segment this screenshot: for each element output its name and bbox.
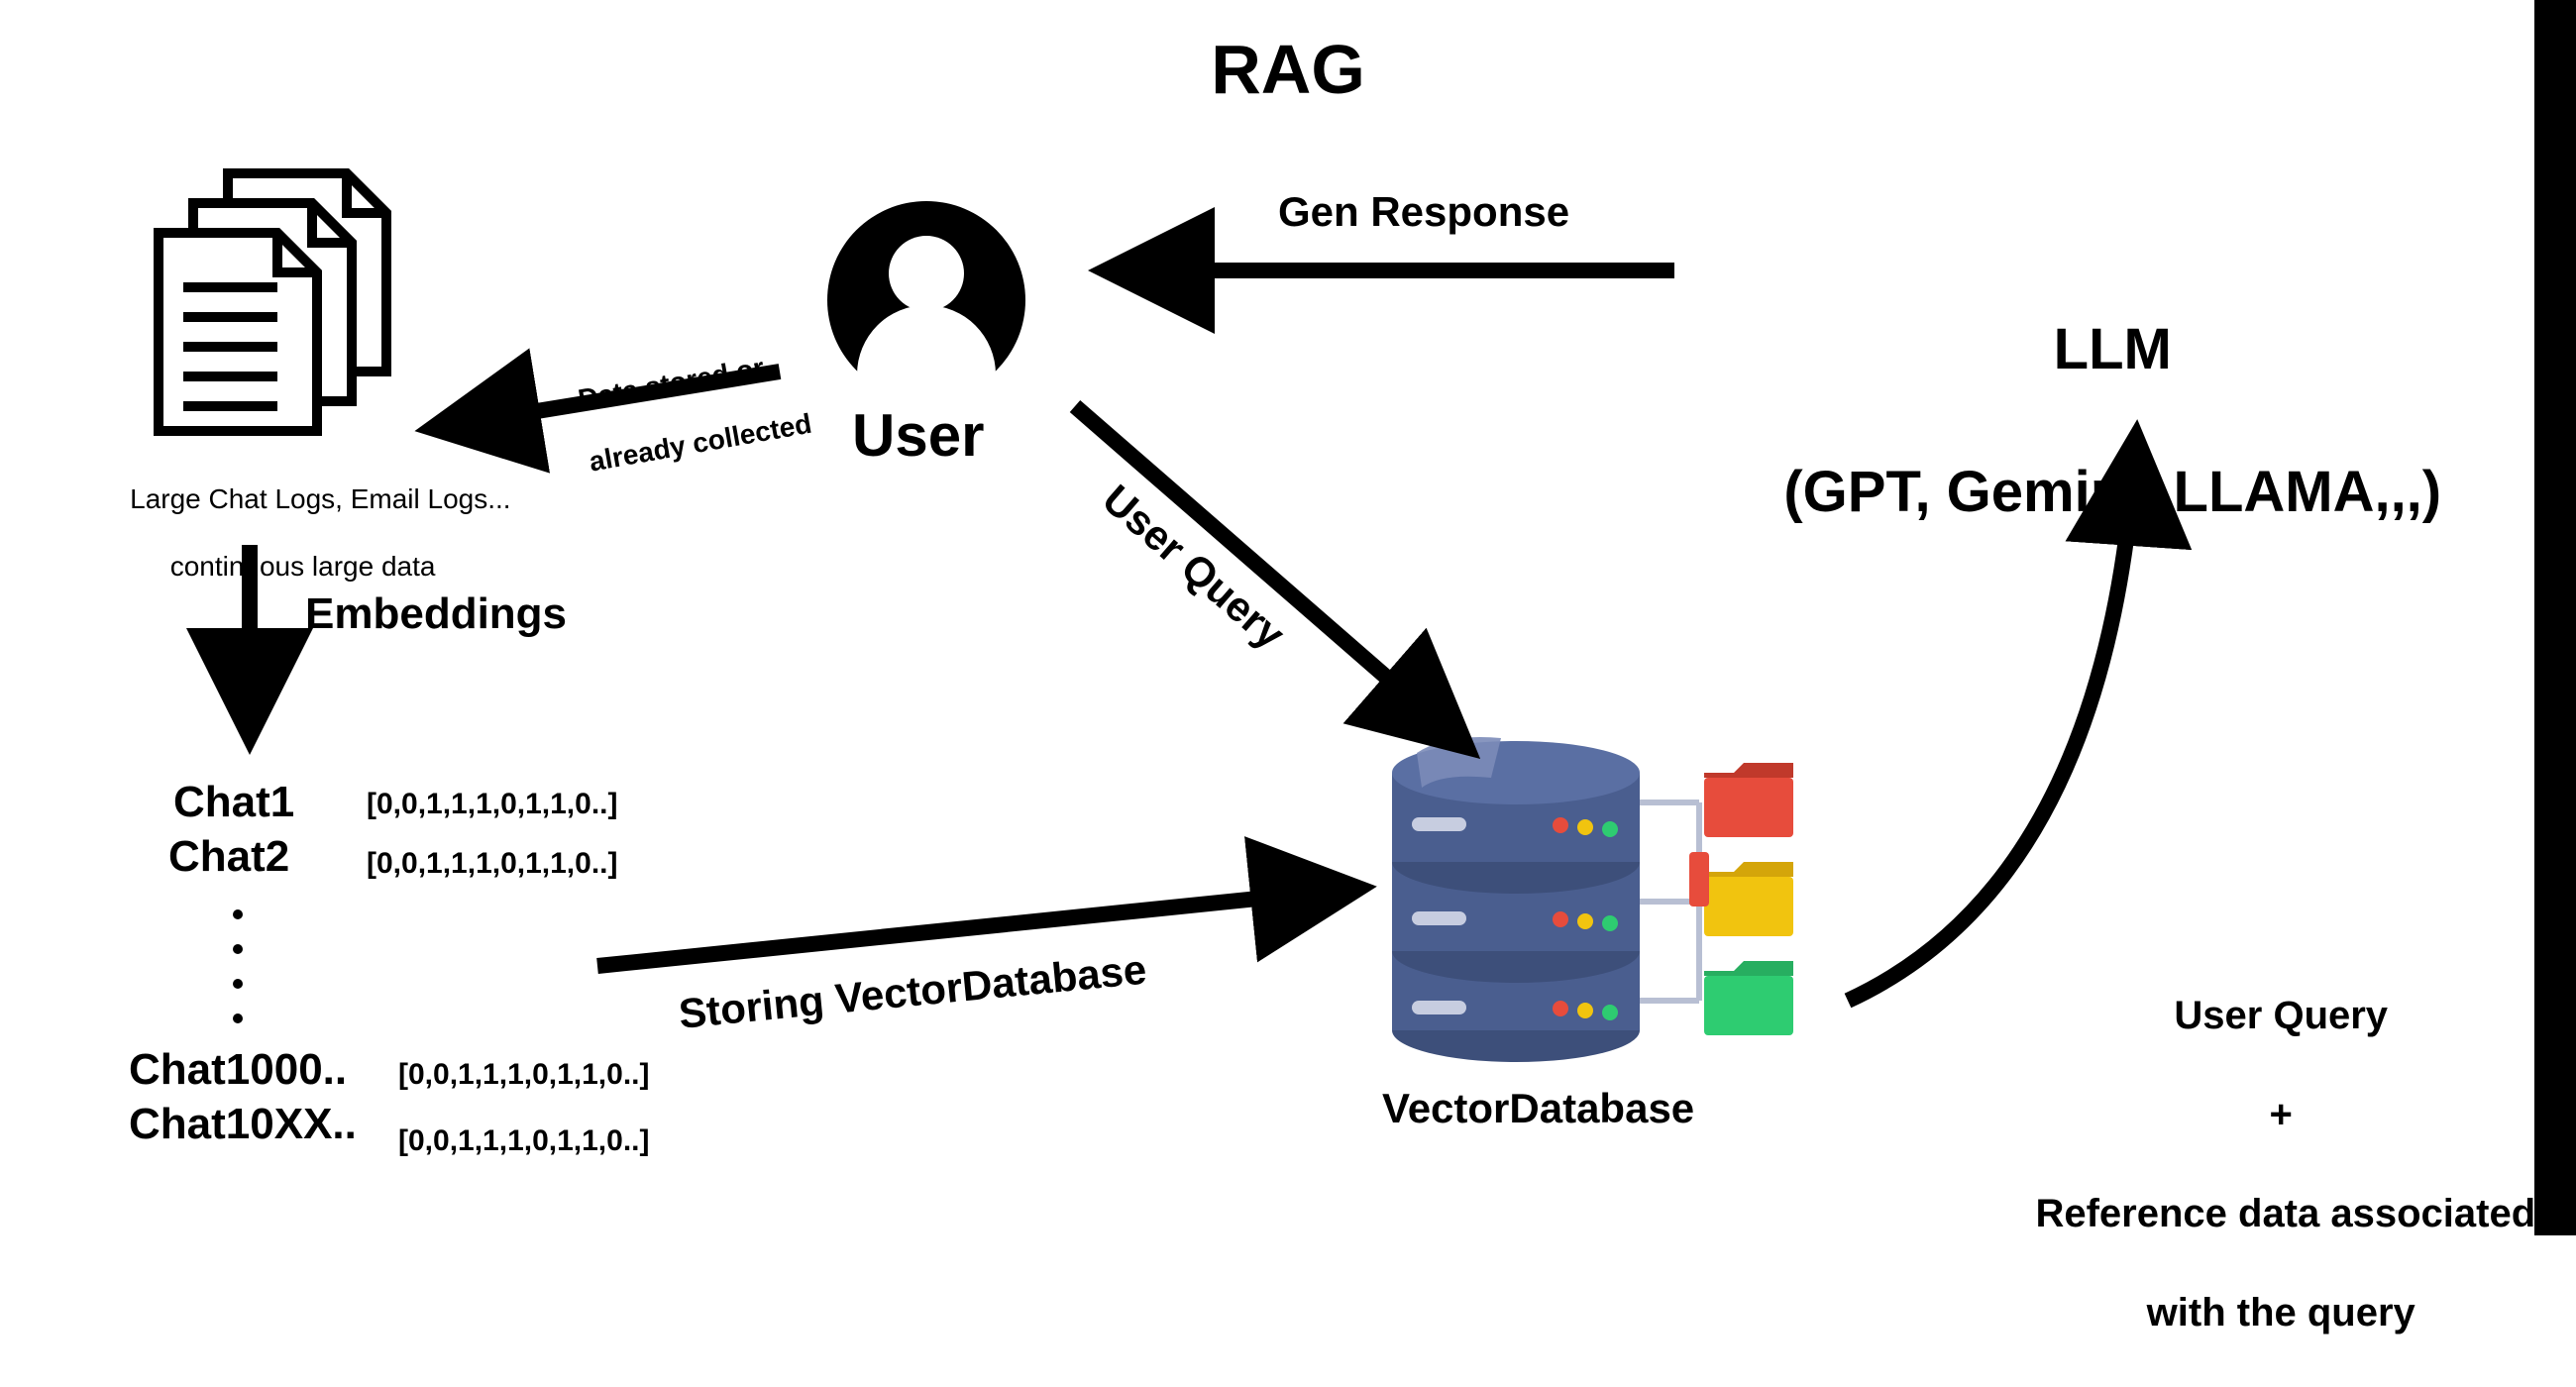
chat1000-label: Chat1000..: [129, 1045, 347, 1095]
ellipsis-icon: [228, 900, 248, 1038]
chat10xx-vector: [0,0,1,1,1,0,1,1,0..]: [398, 1124, 650, 1158]
arrow-user-query: [1060, 391, 1476, 758]
user-icon: [822, 196, 1030, 404]
data-stored-line1: Data stored or: [576, 352, 766, 414]
chat1-label: Chat1: [173, 778, 294, 827]
vectordb-label: VectorDatabase: [1382, 1085, 1694, 1132]
chat2-label: Chat2: [168, 832, 289, 882]
diagram-canvas: RAG Large Chat Logs, Email Logs.: [0, 0, 2576, 1235]
folder-red-icon: [1704, 763, 1793, 837]
documents-caption-line1: Large Chat Logs, Email Logs...: [130, 483, 510, 514]
arrow-augmented-query: [1828, 426, 2204, 1020]
folder-yellow-icon: [1704, 862, 1793, 936]
augmented-plus: +: [2270, 1093, 2293, 1136]
augmented-line1: User Query: [2174, 994, 2388, 1037]
augmented-line3: Reference data associated: [2035, 1192, 2535, 1235]
data-stored-label: Data stored or already collected: [540, 314, 819, 514]
database-icon: [1387, 733, 1803, 1070]
db-cylinder-icon: [1392, 737, 1640, 1062]
chat1-vector: [0,0,1,1,1,0,1,1,0..]: [367, 788, 618, 821]
augmented-label: User Query + Reference data associated w…: [1991, 941, 2526, 1387]
documents-caption-line2: continuous large data: [170, 551, 436, 582]
data-stored-line2: already collected: [587, 408, 813, 478]
gen-response-label: Gen Response: [1278, 188, 1569, 236]
embeddings-label: Embeddings: [305, 589, 567, 639]
chat10xx-label: Chat10XX..: [129, 1100, 357, 1149]
chat1000-vector: [0,0,1,1,1,0,1,1,0..]: [398, 1058, 650, 1092]
llm-line1: LLM: [2054, 317, 2172, 381]
folder-green-icon: [1704, 961, 1793, 1035]
chat2-vector: [0,0,1,1,1,0,1,1,0..]: [367, 847, 618, 881]
documents-icon: [159, 173, 406, 431]
diagram-title: RAG: [0, 30, 2576, 109]
arrow-embeddings: [220, 535, 279, 743]
augmented-line4: with the query: [2147, 1291, 2415, 1334]
user-label: User: [852, 401, 984, 470]
right-black-bar: [2534, 0, 2576, 1235]
arrow-gen-response: [1105, 246, 1689, 295]
